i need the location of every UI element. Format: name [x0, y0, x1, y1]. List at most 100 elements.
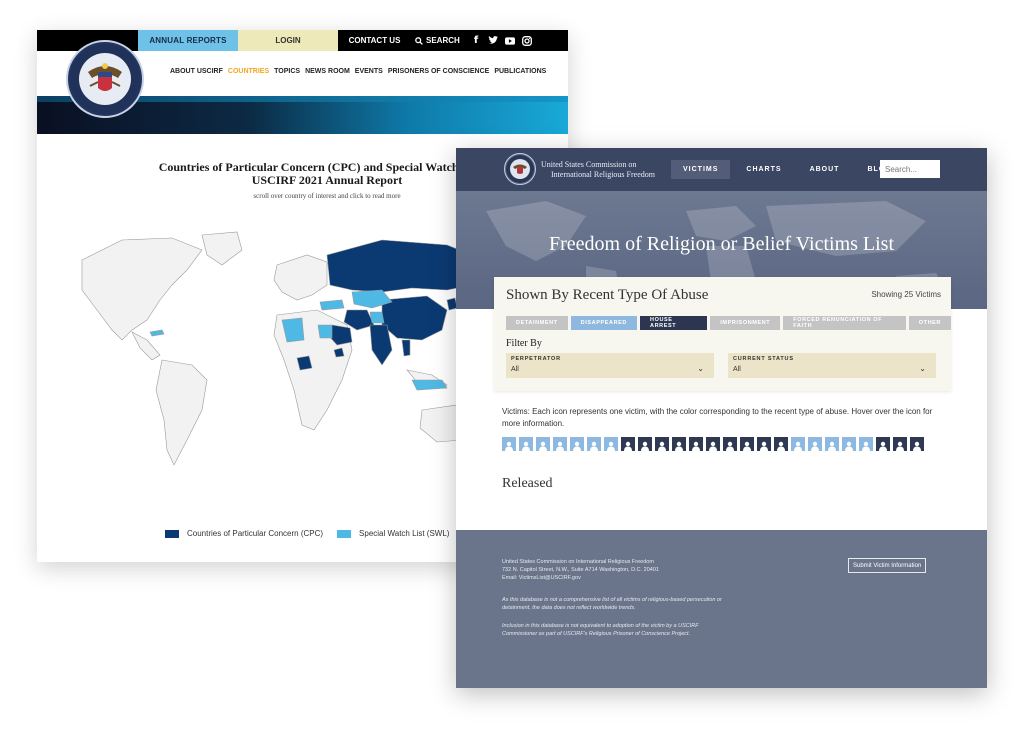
nav-about[interactable]: ABOUT USCIRF — [170, 68, 223, 75]
org-name[interactable]: United States Commission on Internationa… — [541, 160, 655, 180]
legend-swatch-swl — [337, 529, 352, 538]
annual-reports-button[interactable]: ANNUAL REPORTS — [138, 30, 238, 51]
commission-seal-logo[interactable] — [504, 153, 536, 185]
footer-email[interactable]: Email: VictimsList@USCIRF.gov — [502, 574, 722, 582]
map-greenland — [201, 231, 243, 266]
person-icon — [760, 441, 768, 451]
map-europe — [273, 254, 328, 301]
victims-list-page-window: United States Commission on Internationa… — [456, 148, 987, 688]
nav-about[interactable]: ABOUT — [798, 160, 852, 179]
victim-icon[interactable] — [774, 437, 788, 451]
victim-icon[interactable] — [689, 437, 703, 451]
map-indonesia — [411, 379, 448, 391]
victim-icon[interactable] — [519, 437, 533, 451]
legend-item-cpc: Countries of Particular Concern (CPC) — [165, 529, 323, 538]
search-link[interactable]: SEARCH — [415, 30, 461, 51]
uscirf-seal-logo[interactable] — [66, 40, 144, 118]
map-legend: Countries of Particular Concern (CPC) Sp… — [165, 529, 449, 538]
current-status-label: CURRENT STATUS — [733, 356, 794, 362]
tab-imprisonment[interactable]: IMPRISONMENT — [710, 316, 781, 330]
map-burma — [401, 339, 411, 357]
person-icon — [845, 441, 853, 451]
nav-prisoners[interactable]: PRISONERS OF CONSCIENCE — [388, 68, 490, 75]
victim-icon[interactable] — [859, 437, 873, 451]
victim-icon[interactable] — [808, 437, 822, 451]
footer-disclaimer-2: Inclusion in this database is not equiva… — [502, 623, 699, 637]
person-icon — [539, 441, 547, 451]
person-icon — [573, 441, 581, 451]
chevron-down-icon: ⌄ — [919, 364, 926, 373]
facebook-icon[interactable]: f — [471, 35, 481, 46]
victim-icon[interactable] — [621, 437, 635, 451]
map-afghanistan — [369, 311, 385, 324]
perpetrator-select[interactable]: PERPETRATOR All ⌄ — [506, 353, 714, 378]
victim-icon[interactable] — [587, 437, 601, 451]
submit-victim-info-button[interactable]: Submit Victim Information — [848, 558, 927, 573]
victim-icon[interactable] — [842, 437, 856, 451]
nav-charts[interactable]: CHARTS — [734, 160, 793, 179]
tab-disappeared[interactable]: DISAPPEARED — [570, 316, 637, 330]
nav-victims[interactable]: VICTIMS — [671, 160, 731, 179]
tab-other[interactable]: OTHER — [908, 316, 951, 330]
tab-house-arrest[interactable]: HOUSE ARREST — [640, 316, 708, 330]
released-heading: Released — [502, 476, 553, 491]
victim-icon[interactable] — [502, 437, 516, 451]
victim-icon[interactable] — [876, 437, 890, 451]
victim-icon[interactable] — [706, 437, 720, 451]
main-nav: ABOUT USCIRF COUNTRIES TOPICS NEWS ROOM … — [170, 68, 546, 75]
legend-label-swl: Special Watch List (SWL) — [359, 529, 450, 538]
nav-countries[interactable]: COUNTRIES — [228, 68, 269, 75]
map-nigeria — [296, 355, 313, 371]
person-icon — [879, 441, 887, 451]
youtube-icon[interactable] — [505, 36, 515, 46]
person-icon — [522, 441, 530, 451]
tab-forced-renunciation[interactable]: FORCED RENUNCIATION OF FAITH — [783, 316, 906, 330]
current-status-select[interactable]: CURRENT STATUS All ⌄ — [728, 353, 936, 378]
footer-address-line1: United States Commission on Internationa… — [502, 559, 654, 565]
instagram-icon[interactable] — [522, 35, 532, 46]
person-icon — [896, 441, 904, 451]
victim-icon[interactable] — [723, 437, 737, 451]
footer-address: United States Commission on Internationa… — [502, 558, 722, 582]
legend-swatch-cpc — [165, 529, 179, 538]
search-label: SEARCH — [426, 36, 460, 45]
victim-icon[interactable] — [604, 437, 618, 451]
person-icon — [828, 441, 836, 451]
victim-icon[interactable] — [740, 437, 754, 451]
showing-count: Showing 25 Victims — [871, 290, 941, 299]
person-icon — [556, 441, 564, 451]
map-russia — [326, 239, 472, 293]
contact-us-link[interactable]: CONTACT US — [342, 30, 407, 51]
nav-newsroom[interactable]: NEWS ROOM — [305, 68, 350, 75]
victim-icon[interactable] — [757, 437, 771, 451]
victim-icon[interactable] — [910, 437, 924, 451]
twitter-icon[interactable] — [488, 36, 498, 46]
search-input[interactable] — [880, 160, 940, 178]
abuse-filter-card: Shown By Recent Type Of Abuse Showing 25… — [494, 277, 951, 391]
nav-topics[interactable]: TOPICS — [274, 68, 300, 75]
map-iran — [343, 309, 375, 331]
search-icon — [415, 36, 423, 45]
nav-publications[interactable]: PUBLICATIONS — [494, 68, 546, 75]
victim-icon[interactable] — [638, 437, 652, 451]
social-links: f — [471, 30, 532, 51]
person-icon — [862, 441, 870, 451]
victim-icon[interactable] — [553, 437, 567, 451]
map-central-america — [131, 331, 161, 361]
map-turkey — [319, 299, 345, 311]
victim-icon[interactable] — [893, 437, 907, 451]
victim-icon[interactable] — [570, 437, 584, 451]
victim-icon[interactable] — [536, 437, 550, 451]
victim-icon[interactable] — [672, 437, 686, 451]
map-north-america — [81, 237, 203, 341]
world-map[interactable] — [52, 230, 472, 470]
victim-icon[interactable] — [791, 437, 805, 451]
tab-detainment[interactable]: DETAINMENT — [506, 316, 568, 330]
victim-icon[interactable] — [655, 437, 669, 451]
chevron-down-icon: ⌄ — [697, 364, 704, 373]
map-egypt — [317, 324, 333, 339]
victim-icon[interactable] — [825, 437, 839, 451]
nav-events[interactable]: EVENTS — [355, 68, 383, 75]
legend-label-cpc: Countries of Particular Concern (CPC) — [187, 529, 324, 538]
login-button[interactable]: LOGIN — [238, 30, 338, 51]
